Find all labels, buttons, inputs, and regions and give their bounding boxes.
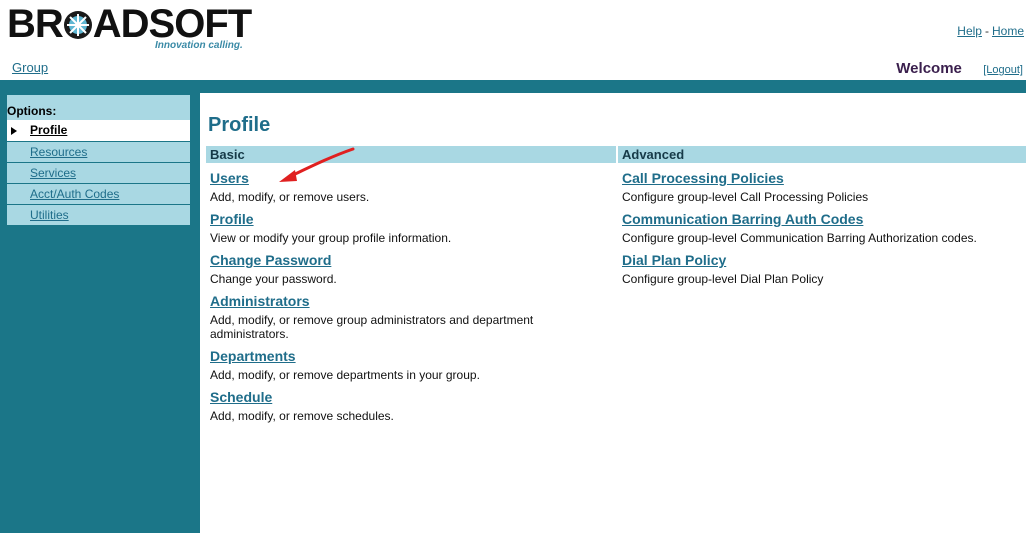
option-description: Configure group-level Call Processing Po… <box>622 190 869 204</box>
option-description: View or modify your group profile inform… <box>210 231 452 245</box>
option-call-processing-policies: Call Processing Policies Configure group… <box>618 170 1026 204</box>
welcome-area: Welcome [Logout] <box>896 60 1023 77</box>
group-link[interactable]: Group <box>12 60 48 75</box>
link-separator: - <box>984 24 989 38</box>
option-departments: Departments Add, modify, or remove depar… <box>206 348 616 382</box>
option-description: Configure group-level Communication Barr… <box>622 231 977 245</box>
advanced-column: Advanced Call Processing Policies Config… <box>618 146 1026 286</box>
sidebar-item-label[interactable]: Profile <box>30 123 67 137</box>
profile-link[interactable]: Profile <box>210 211 616 228</box>
option-schedule: Schedule Add, modify, or remove schedule… <box>206 389 616 423</box>
options-title: Options: <box>7 104 57 118</box>
logo-wordmark: BR ADSOFT <box>7 2 252 46</box>
home-link[interactable]: Home <box>992 24 1024 38</box>
option-description: Change your password. <box>210 272 337 286</box>
page-title: Profile <box>208 114 271 136</box>
options-menu: Options: Profile Resources Services Acct… <box>7 95 190 225</box>
sidebar-item-label[interactable]: Services <box>30 166 76 180</box>
advanced-heading: Advanced <box>618 146 1026 163</box>
option-description: Add, modify, or remove departments in yo… <box>210 368 480 382</box>
header-divider-bar <box>0 80 1026 93</box>
sidebar-item-acct-auth-codes[interactable]: Acct/Auth Codes <box>7 183 190 204</box>
administrators-link[interactable]: Administrators <box>210 293 616 310</box>
sidebar-item-profile[interactable]: Profile <box>7 120 190 141</box>
sidebar-item-label[interactable]: Utilities <box>30 208 69 222</box>
sidebar: Options: Profile Resources Services Acct… <box>0 93 200 533</box>
option-description: Add, modify, or remove schedules. <box>210 409 394 423</box>
option-profile: Profile View or modify your group profil… <box>206 211 616 245</box>
basic-column: Basic Users Add, modify, or remove users… <box>206 146 616 423</box>
broadsoft-logo: BR ADSOFT Innovation calling. <box>7 4 257 54</box>
welcome-label: Welcome <box>896 60 962 77</box>
option-administrators: Administrators Add, modify, or remove gr… <box>206 293 616 341</box>
schedule-link[interactable]: Schedule <box>210 389 616 406</box>
logo-tagline: Innovation calling. <box>155 40 243 51</box>
top-links: Help - Home <box>957 24 1024 38</box>
main-content: Profile Basic Users Add, modify, or remo… <box>200 93 1026 533</box>
change-password-link[interactable]: Change Password <box>210 252 616 269</box>
bullet-arrow-icon <box>11 127 17 135</box>
sidebar-item-services[interactable]: Services <box>7 162 190 183</box>
option-description: Add, modify, or remove users. <box>210 190 370 204</box>
logout-link[interactable]: [Logout] <box>983 64 1023 76</box>
option-description: Configure group-level Dial Plan Policy <box>622 272 824 286</box>
dial-plan-policy-link[interactable]: Dial Plan Policy <box>622 252 1026 269</box>
option-change-password: Change Password Change your password. <box>206 252 616 286</box>
broadsoft-star-logo-icon <box>63 11 92 39</box>
departments-link[interactable]: Departments <box>210 348 616 365</box>
users-link[interactable]: Users <box>210 170 616 187</box>
sidebar-item-label[interactable]: Acct/Auth Codes <box>30 187 119 201</box>
option-dial-plan-policy: Dial Plan Policy Configure group-level D… <box>618 252 1026 286</box>
sidebar-item-resources[interactable]: Resources <box>7 141 190 162</box>
basic-heading: Basic <box>206 146 616 163</box>
option-users: Users Add, modify, or remove users. <box>206 170 616 204</box>
option-description: Add, modify, or remove group administrat… <box>210 313 534 341</box>
sidebar-item-label[interactable]: Resources <box>30 145 87 159</box>
call-processing-policies-link[interactable]: Call Processing Policies <box>622 170 1026 187</box>
sidebar-item-utilities[interactable]: Utilities <box>7 204 190 225</box>
help-link[interactable]: Help <box>957 24 982 38</box>
option-communication-barring-auth-codes: Communication Barring Auth Codes Configu… <box>618 211 1026 245</box>
communication-barring-auth-codes-link[interactable]: Communication Barring Auth Codes <box>622 211 1026 228</box>
